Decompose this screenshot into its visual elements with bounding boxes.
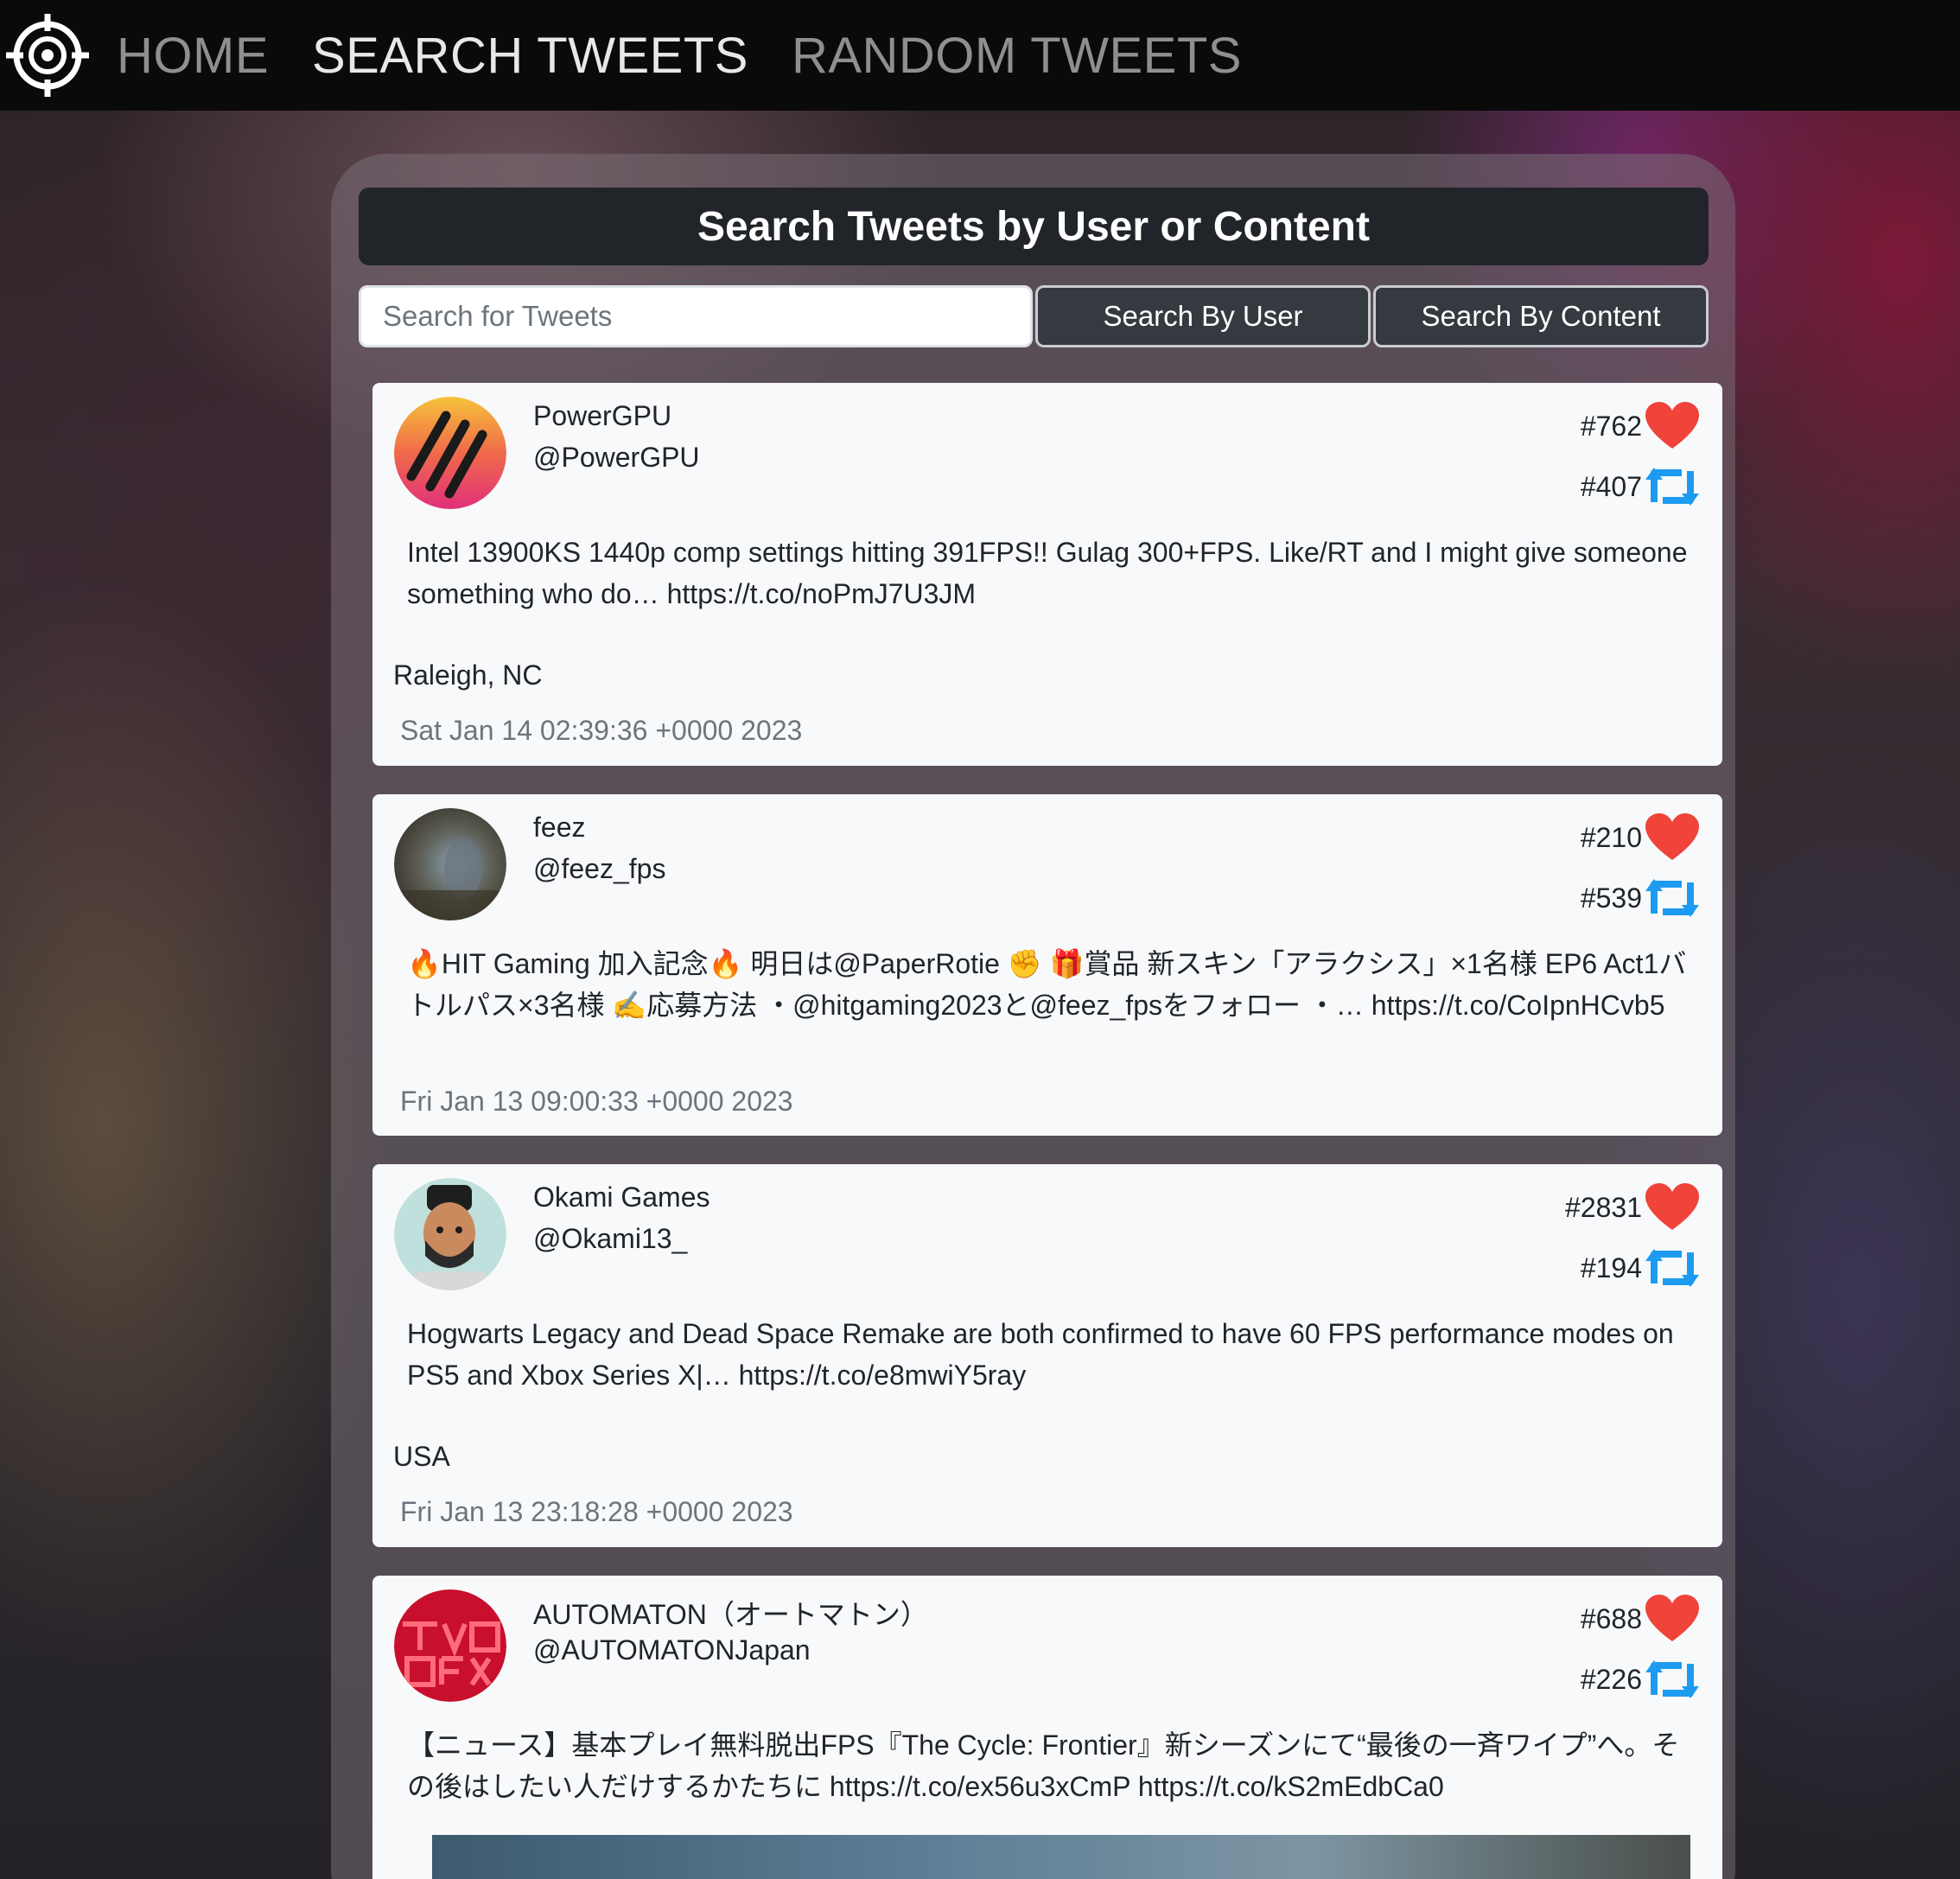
retweet-count-value: #407 [1580, 470, 1642, 502]
search-by-content-button[interactable]: Search By Content [1373, 285, 1709, 347]
user-handle[interactable]: @PowerGPU [533, 442, 700, 474]
avatar[interactable] [394, 1589, 506, 1702]
avatar[interactable] [394, 1178, 506, 1290]
heart-icon[interactable] [1644, 400, 1701, 452]
user-name[interactable]: PowerGPU [533, 400, 671, 432]
nav-link-search-tweets[interactable]: SEARCH TWEETS [312, 27, 748, 85]
like-count: #2831 [1565, 1182, 1701, 1233]
retweet-count-value: #539 [1580, 882, 1642, 914]
tweet-location: USA [393, 1441, 450, 1472]
retweet-icon[interactable] [1644, 872, 1701, 924]
retweet-count-value: #194 [1580, 1252, 1642, 1283]
like-count-value: #210 [1580, 821, 1642, 853]
page-title: Search Tweets by User or Content [359, 188, 1709, 265]
navbar: HOME SEARCH TWEETS RANDOM TWEETS [0, 0, 1960, 111]
tweet-location: Raleigh, NC [393, 659, 543, 691]
retweet-count-value: #226 [1580, 1663, 1642, 1695]
tweet-date: Sat Jan 14 02:39:36 +0000 2023 [400, 715, 803, 746]
heart-icon[interactable] [1644, 1182, 1701, 1233]
retweet-count: #539 [1581, 872, 1701, 924]
retweet-icon[interactable] [1644, 461, 1701, 513]
user-handle[interactable]: @Okami13_ [533, 1223, 687, 1255]
tweet-card: AUTOMATON（オートマトン） @AUTOMATONJapan #688 #… [372, 1576, 1722, 1879]
user-name[interactable]: AUTOMATON（オートマトン） [533, 1593, 928, 1633]
tweet-date: Fri Jan 13 09:00:33 +0000 2023 [400, 1086, 793, 1117]
avatar[interactable] [394, 808, 506, 920]
like-count: #762 [1581, 400, 1701, 452]
like-count: #210 [1581, 812, 1701, 863]
retweet-count: #226 [1581, 1653, 1701, 1705]
tweet-text: 【ニュース】基本プレイ無料脱出FPS『The Cycle: Frontier』新… [407, 1729, 1680, 1802]
tweet-card: PowerGPU @PowerGPU #762 #407 Intel 13900… [372, 383, 1722, 766]
search-by-user-button[interactable]: Search By User [1035, 285, 1371, 347]
nav-link-home[interactable]: HOME [117, 27, 269, 85]
like-count-value: #688 [1580, 1602, 1642, 1634]
like-count-value: #2831 [1565, 1191, 1642, 1223]
tweet-text: 🔥HIT Gaming 加入記念🔥 明日は@PaperRotie ✊ 🎁賞品 新… [407, 948, 1687, 1021]
retweet-count: #407 [1581, 461, 1701, 513]
heart-icon[interactable] [1644, 1593, 1701, 1645]
retweet-icon[interactable] [1644, 1653, 1701, 1705]
tweet-date: Fri Jan 13 23:18:28 +0000 2023 [400, 1496, 793, 1527]
like-count: #688 [1581, 1593, 1701, 1645]
tweet-card: feez @feez_fps #210 #539 🔥HIT Gaming 加入記… [372, 794, 1722, 1136]
user-handle[interactable]: @AUTOMATONJapan [533, 1634, 811, 1666]
tweet-text: Intel 13900KS 1440p comp settings hittin… [407, 537, 1688, 609]
search-input[interactable] [359, 285, 1033, 347]
user-name[interactable]: feez [533, 812, 585, 844]
retweet-icon[interactable] [1644, 1242, 1701, 1294]
tweet-card: Okami Games @Okami13_ #2831 #194 Hogwart… [372, 1164, 1722, 1547]
avatar[interactable] [394, 397, 506, 509]
like-count-value: #762 [1580, 410, 1642, 442]
heart-icon[interactable] [1644, 812, 1701, 863]
search-bar: Search By User Search By Content [359, 285, 1709, 347]
retweet-count: #194 [1581, 1242, 1701, 1294]
user-handle[interactable]: @feez_fps [533, 853, 665, 885]
user-name[interactable]: Okami Games [533, 1182, 710, 1213]
crosshair-icon[interactable] [4, 12, 91, 99]
tweet-media-image[interactable] [432, 1835, 1690, 1879]
nav-link-random-tweets[interactable]: RANDOM TWEETS [792, 27, 1242, 85]
tweet-text: Hogwarts Legacy and Dead Space Remake ar… [407, 1318, 1674, 1391]
